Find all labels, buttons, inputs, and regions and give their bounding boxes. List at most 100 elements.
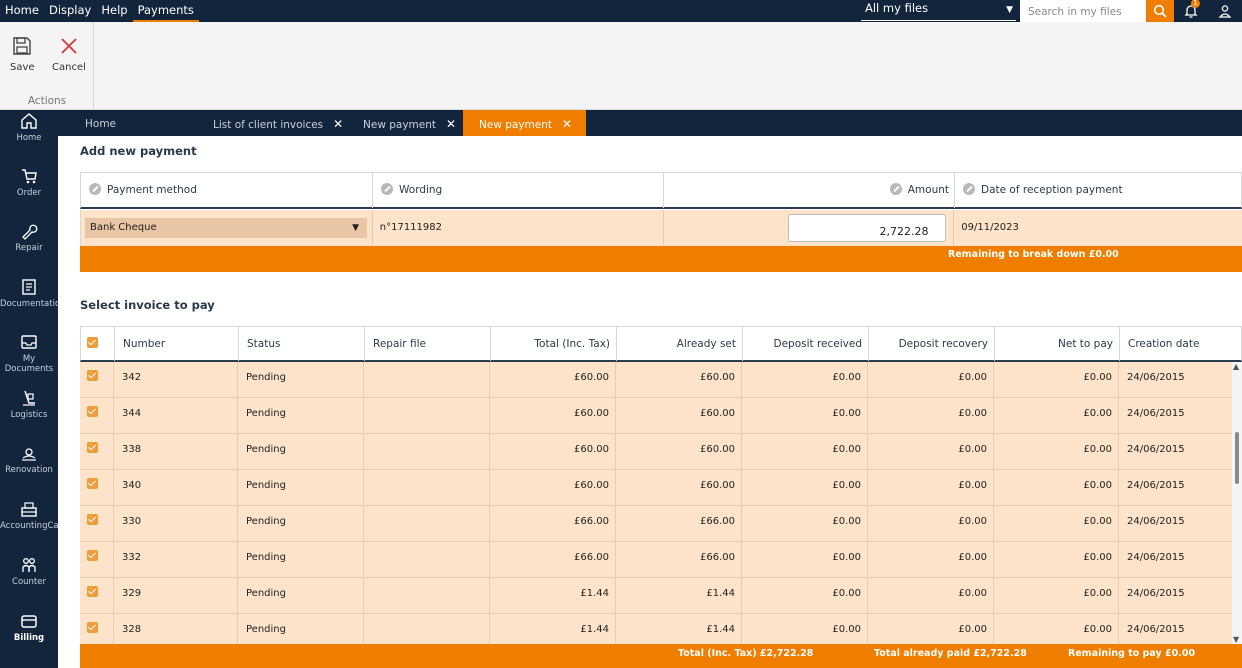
row-checkbox[interactable]: [80, 398, 114, 433]
total-inc-tax: Total (Inc. Tax) £2,722.28: [678, 648, 814, 659]
col-number[interactable]: Number: [115, 327, 239, 361]
payment-method-select[interactable]: Bank Cheque ▼: [85, 218, 367, 238]
table-row[interactable]: 330 Pending £66.00 £66.00 £0.00 £0.00 £0.00 24/…: [80, 506, 1242, 542]
file-filter-select[interactable]: All my files ▼: [861, 1, 1016, 21]
sidebar-item-logistics[interactable]: Logistics: [0, 389, 58, 420]
date-cell[interactable]: 09/11/2023: [954, 210, 1242, 246]
row-checkbox[interactable]: [80, 578, 114, 613]
col-status[interactable]: Status: [239, 327, 365, 361]
inbox-icon: [21, 335, 37, 349]
sidebar-item-documentation[interactable]: Documentation: [0, 278, 66, 309]
cell-net-to-pay: £0.00: [994, 470, 1119, 505]
cell-deposit-recovery: £0.00: [868, 362, 994, 397]
wrench-icon: [22, 224, 38, 240]
remaining-breakdown-bar: Remaining to break down £0.00: [80, 246, 1242, 272]
user-button[interactable]: [1208, 0, 1242, 22]
sidebar-item-order[interactable]: Order: [0, 167, 58, 198]
home-icon: [21, 113, 37, 129]
sidebar-item-my-documents[interactable]: My Documents: [0, 333, 58, 374]
chevron-down-icon[interactable]: ▼: [1233, 635, 1239, 644]
sidebar-item-accountingcash[interactable]: AccountingCash: [0, 500, 68, 531]
row-checkbox[interactable]: [80, 362, 114, 397]
cell-repair-file: [364, 578, 490, 613]
row-checkbox[interactable]: [80, 470, 114, 505]
checkbox-icon: [87, 550, 98, 561]
scrollbar-thumb[interactable]: [1235, 432, 1239, 484]
close-icon[interactable]: ✕: [333, 117, 343, 131]
menu-home[interactable]: Home: [0, 0, 44, 22]
cell-net-to-pay: £0.00: [994, 434, 1119, 469]
row-checkbox[interactable]: [80, 542, 114, 577]
cell-deposit-recovery: £0.00: [868, 578, 994, 613]
table-scrollbar[interactable]: ▲ ▼: [1232, 362, 1242, 644]
save-button[interactable]: Save: [10, 36, 35, 73]
row-checkbox[interactable]: [80, 506, 114, 541]
tab-new-payment-2[interactable]: New payment ✕: [463, 110, 587, 136]
sidebar-item-home[interactable]: Home: [0, 112, 58, 143]
header-date: Date of reception payment: [955, 173, 1241, 208]
checkbox-icon: [87, 337, 98, 348]
save-label: Save: [10, 62, 35, 73]
tab-home[interactable]: Home: [85, 110, 116, 136]
col-repair-file[interactable]: Repair file: [365, 327, 491, 361]
col-total[interactable]: Total (Inc. Tax): [491, 327, 617, 361]
sidebar-label: My Documents: [4, 354, 54, 374]
renovation-icon: [22, 448, 36, 461]
cell-deposit-recovery: £0.00: [868, 506, 994, 541]
table-row[interactable]: 342 Pending £60.00 £60.00 £0.00 £0.00 £0.00 24/…: [80, 362, 1242, 398]
cell-net-to-pay: £0.00: [994, 362, 1119, 397]
tab-label: New payment: [479, 119, 553, 131]
search-input[interactable]: Search in my files: [1020, 0, 1146, 22]
totals-bar: Total (Inc. Tax) £2,722.28 Total already…: [80, 644, 1242, 668]
cart-icon: [22, 169, 37, 184]
sidebar-item-billing[interactable]: Billing: [0, 612, 58, 643]
menu-display[interactable]: Display: [44, 0, 96, 22]
close-icon[interactable]: ✕: [562, 117, 572, 131]
cell-net-to-pay: £0.00: [994, 506, 1119, 541]
wording-cell[interactable]: n°17111982: [373, 210, 664, 246]
select-all-checkbox[interactable]: [81, 327, 115, 361]
invoice-rows: 342 Pending £60.00 £60.00 £0.00 £0.00 £0.00 24/…: [80, 362, 1242, 644]
cell-deposit-received: £0.00: [742, 614, 868, 644]
sidebar-label: Billing: [13, 633, 45, 643]
row-checkbox[interactable]: [80, 434, 114, 469]
notifications-button[interactable]: 1: [1174, 0, 1208, 22]
menu-help[interactable]: Help: [96, 0, 132, 22]
close-icon[interactable]: ✕: [446, 117, 456, 131]
sidebar-item-repair[interactable]: Repair: [0, 222, 58, 253]
tab-client-invoices[interactable]: List of client invoices ✕: [213, 110, 343, 136]
row-checkbox[interactable]: [80, 614, 114, 644]
cell-number: 328: [114, 614, 238, 644]
table-row[interactable]: 328 Pending £1.44 £1.44 £0.00 £0.00 £0.00 24/06…: [80, 614, 1242, 644]
cell-already-set: £60.00: [616, 434, 742, 469]
col-deposit-recovery[interactable]: Deposit recovery: [869, 327, 995, 361]
cell-creation-date: 24/06/2015: [1127, 408, 1185, 419]
tab-new-payment-1[interactable]: New payment ✕: [363, 110, 456, 136]
date-value: 09/11/2023: [961, 222, 1019, 233]
cell-total: £66.00: [490, 506, 616, 541]
col-creation-date[interactable]: Creation date: [1120, 327, 1241, 361]
table-row[interactable]: 332 Pending £66.00 £66.00 £0.00 £0.00 £0.00 24/…: [80, 542, 1242, 578]
search-button[interactable]: [1146, 0, 1174, 22]
col-net-to-pay[interactable]: Net to pay: [995, 327, 1120, 361]
col-already-set[interactable]: Already set: [617, 327, 743, 361]
cell-number: 332: [114, 542, 238, 577]
table-row[interactable]: 338 Pending £60.00 £60.00 £0.00 £0.00 £0.00 24/…: [80, 434, 1242, 470]
sidebar-item-renovation[interactable]: Renovation: [0, 444, 58, 475]
sidebar-item-counter[interactable]: Counter: [0, 556, 58, 587]
cell-number: 342: [114, 362, 238, 397]
cell-total: £1.44: [490, 578, 616, 613]
cell-net-to-pay: £0.00: [994, 614, 1119, 644]
cancel-button[interactable]: Cancel: [52, 36, 86, 73]
cell-net-to-pay: £0.00: [994, 542, 1119, 577]
menu-payments[interactable]: Payments: [132, 0, 199, 22]
cash-register-icon: [21, 502, 37, 517]
chevron-up-icon[interactable]: ▲: [1233, 362, 1239, 371]
cell-deposit-recovery: £0.00: [868, 614, 994, 644]
amount-input[interactable]: 2,722.28: [787, 214, 946, 242]
table-row[interactable]: 329 Pending £1.44 £1.44 £0.00 £0.00 £0.00 24/06…: [80, 578, 1242, 614]
table-row[interactable]: 344 Pending £60.00 £60.00 £0.00 £0.00 £0.00 24/…: [80, 398, 1242, 434]
chevron-down-icon: ▼: [1006, 5, 1013, 15]
col-deposit-received[interactable]: Deposit received: [743, 327, 869, 361]
table-row[interactable]: 340 Pending £60.00 £60.00 £0.00 £0.00 £0.00 24/…: [80, 470, 1242, 506]
